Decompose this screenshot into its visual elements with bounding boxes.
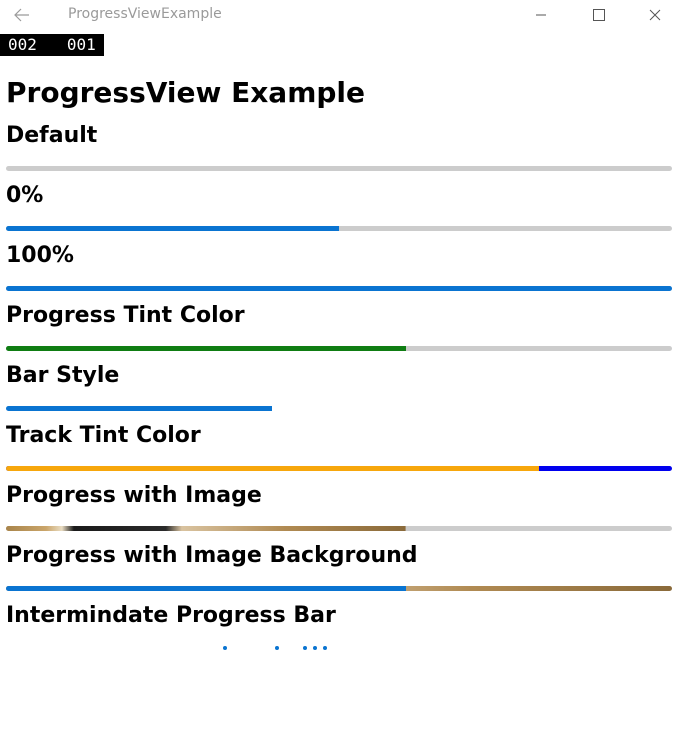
close-icon [649,9,661,21]
progress-fill-zero-percent [6,226,339,231]
progress-dot [313,646,317,650]
progress-fill-tint-color [6,346,406,351]
progress-dot [223,646,227,650]
close-button[interactable] [632,0,678,30]
label-tint-color: Progress Tint Color [6,303,245,328]
progress-track-progress-with-image-background [6,586,672,591]
minimize-button[interactable] [518,0,564,30]
back-arrow-icon [14,8,29,22]
progress-track-default [6,166,672,171]
progress-fill-progress-with-image [6,526,406,531]
progress-dot [323,646,327,650]
progress-track-tint-color [6,346,672,351]
label-track-tint-color: Track Tint Color [6,423,201,448]
progress-fill-bar-style [6,406,273,411]
title-bar: ProgressViewExample [0,0,678,30]
counter-value-1: 002 [8,35,37,54]
progress-fill-hundred-percent [6,286,672,291]
maximize-button[interactable] [576,0,622,30]
window-title: ProgressViewExample [68,6,222,22]
label-zero-percent: 0% [6,183,44,208]
label-hundred-percent: 100% [6,243,74,268]
page-title: ProgressView Example [6,76,366,109]
label-indeterminate: Intermindate Progress Bar [6,603,336,628]
label-progress-with-image: Progress with Image [6,483,262,508]
frame-counter: 002 001 [0,34,104,56]
progress-track-track-tint-color [6,466,672,471]
progress-track-bar-style [6,406,672,411]
label-bar-style: Bar Style [6,363,120,388]
counter-value-2: 001 [66,35,96,54]
back-button[interactable] [4,0,40,30]
progress-dot [275,646,279,650]
label-default: Default [6,123,98,148]
progress-fill-track-tint-color [6,466,539,471]
progress-track-progress-with-image [6,526,672,531]
minimize-icon [536,14,546,16]
maximize-icon [593,9,605,21]
progress-track-hundred-percent [6,286,672,291]
label-progress-with-image-background: Progress with Image Background [6,543,418,568]
progress-fill-progress-with-image-background [6,586,406,591]
progress-dot [303,646,307,650]
progress-track-zero-percent [6,226,672,231]
progress-bar-indeterminate [0,644,678,652]
